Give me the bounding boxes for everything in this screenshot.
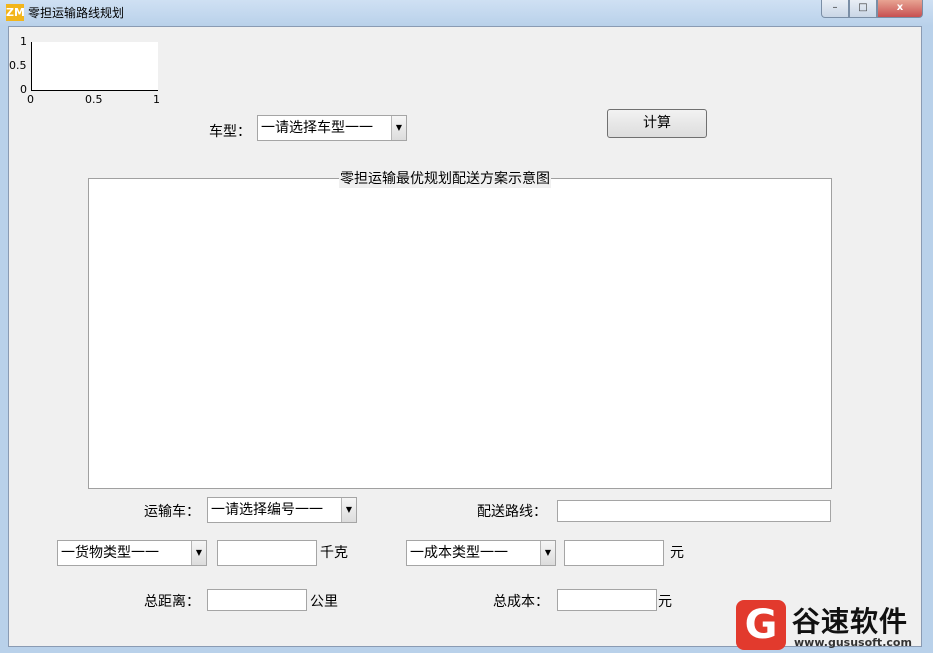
vehicle-type-selected: 一请选择车型一一 <box>261 120 373 136</box>
figure-client-area: 1 0.5 0 0 0.5 1 车型： 一请选择车型一一 ▼ 计算 零担运输最优… <box>8 26 922 647</box>
minimize-button[interactable]: – <box>821 0 849 18</box>
total-cost-field[interactable] <box>557 589 657 611</box>
vehicle-type-select[interactable]: 一请选择车型一一 ▼ <box>257 115 407 141</box>
maximize-button[interactable]: □ <box>849 0 877 18</box>
window-controls: – □ x <box>821 0 923 18</box>
cargo-type-selected: 一货物类型一一 <box>61 545 159 561</box>
transport-vehicle-selected: 一请选择编号一一 <box>211 502 323 518</box>
dropdown-arrow-icon[interactable]: ▼ <box>191 541 206 565</box>
calculate-button[interactable]: 计算 <box>607 109 707 138</box>
cost-type-select[interactable]: 一成本类型一一 ▼ <box>406 540 556 566</box>
y-tick-0-5: 0.5 <box>9 59 27 72</box>
transport-vehicle-label: 运输车： <box>144 504 200 520</box>
panel-title: 零担运输最优规划配送方案示意图 <box>339 168 551 188</box>
cargo-type-select[interactable]: 一货物类型一一 ▼ <box>57 540 207 566</box>
total-distance-label: 总距离： <box>144 594 200 610</box>
x-tick-0: 0 <box>27 93 34 106</box>
delivery-route-label: 配送路线： <box>477 504 547 520</box>
window-title: 零担运输路线规划 <box>28 6 125 20</box>
dropdown-arrow-icon[interactable]: ▼ <box>341 498 356 522</box>
cost-type-selected: 一成本类型一一 <box>410 545 508 561</box>
watermark-logo: G <box>736 600 786 650</box>
mini-axes <box>31 42 158 91</box>
app-icon: ZM <box>6 4 25 21</box>
close-button[interactable]: x <box>877 0 923 18</box>
y-tick-1: 1 <box>20 35 27 48</box>
total-distance-field[interactable] <box>207 589 307 611</box>
route-plot-panel: 零担运输最优规划配送方案示意图 <box>88 168 832 489</box>
y-tick-0: 0 <box>20 83 27 96</box>
transport-vehicle-select[interactable]: 一请选择编号一一 ▼ <box>207 497 357 523</box>
x-tick-0-5: 0.5 <box>85 93 103 106</box>
cost-value-field[interactable] <box>564 540 664 566</box>
x-tick-1: 1 <box>153 93 160 106</box>
watermark-url: www.gususoft.com <box>794 636 912 649</box>
total-cost-label: 总成本： <box>493 594 549 610</box>
dropdown-arrow-icon[interactable]: ▼ <box>540 541 555 565</box>
total-distance-unit: 公里 <box>310 594 338 610</box>
title-bar[interactable]: ZM 零担运输路线规划 – □ x <box>0 0 933 26</box>
dropdown-arrow-icon[interactable]: ▼ <box>391 116 406 140</box>
cargo-weight-unit: 千克 <box>320 545 348 561</box>
app-window: ZM 零担运输路线规划 – □ x 1 0.5 0 0 0.5 1 车型： 一请… <box>0 0 933 653</box>
vehicle-type-label: 车型： <box>209 124 251 140</box>
cargo-weight-field[interactable] <box>217 540 317 566</box>
total-cost-unit: 元 <box>658 594 672 610</box>
watermark-name: 谷速软件 <box>792 605 909 638</box>
watermark: G 谷速软件 www.gususoft.com <box>736 600 932 652</box>
delivery-route-field[interactable] <box>557 500 831 522</box>
cost-value-unit: 元 <box>670 545 684 561</box>
